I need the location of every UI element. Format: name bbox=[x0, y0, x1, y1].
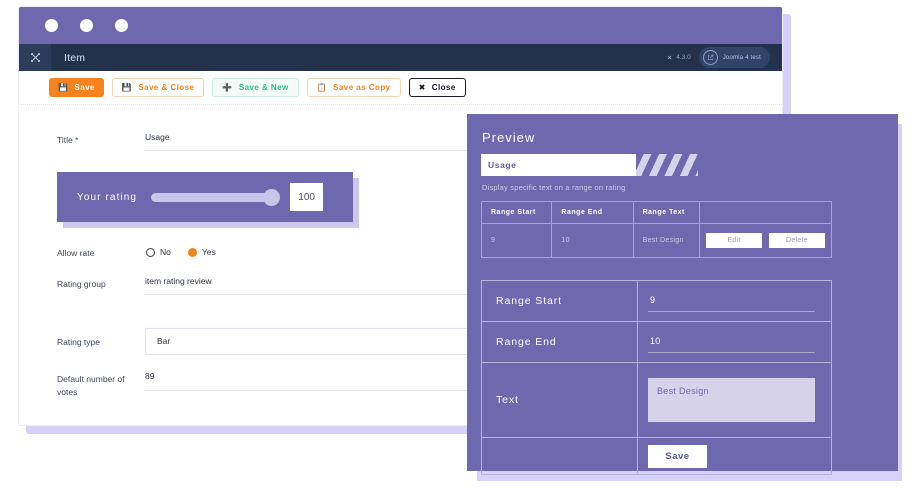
version-indicator: 4.3.0 bbox=[666, 54, 691, 61]
header-actions bbox=[699, 201, 832, 224]
allow-rate-no-label: No bbox=[160, 247, 171, 257]
rating-value: 100 bbox=[290, 183, 324, 211]
form-row-range-start: Range Start 9 bbox=[481, 280, 832, 322]
overlay-range-end-label: Range End bbox=[481, 321, 638, 363]
save-and-new-label: Save & New bbox=[238, 83, 289, 92]
allow-rate-option-no[interactable]: No bbox=[146, 247, 171, 257]
close-button[interactable]: ✖ Close bbox=[408, 78, 466, 97]
overlay-range-start-input[interactable]: 9 bbox=[648, 291, 815, 312]
radio-off-icon bbox=[146, 247, 155, 257]
rating-type-value: Bar bbox=[157, 336, 171, 346]
save-and-close-button[interactable]: 💾 Save & Close bbox=[111, 78, 205, 97]
visit-site-button[interactable]: Joomla 4 test bbox=[698, 47, 770, 68]
form-row-range-end: Range End 10 bbox=[481, 321, 832, 363]
allow-rate-yes-label: Yes bbox=[201, 247, 216, 257]
rating-slider-knob[interactable] bbox=[263, 188, 281, 206]
rating-type-label: Rating type bbox=[57, 336, 100, 347]
overlay-range-end-input[interactable]: 10 bbox=[648, 332, 815, 353]
allow-rate-label: Allow rate bbox=[57, 247, 95, 258]
overlay-subtitle: Display specific text on a range on rati… bbox=[482, 183, 626, 192]
header-range-text: Range Text bbox=[632, 201, 701, 224]
plus-icon: ➕ bbox=[222, 82, 233, 92]
overlay-range-start-cell: 9 bbox=[637, 280, 832, 322]
table-row: 9 10 Best Design Edit Delete bbox=[480, 223, 832, 258]
your-rating-label: Your rating bbox=[77, 191, 138, 203]
rating-group-value: item rating review bbox=[145, 276, 212, 286]
joomla-logo-button[interactable] bbox=[19, 44, 51, 71]
joomla-icon bbox=[667, 55, 672, 60]
overlay-text-textarea[interactable]: Best Design bbox=[648, 378, 815, 422]
overlay-range-table: Range Start Range End Range Text 9 10 Be… bbox=[480, 201, 832, 258]
radio-on-icon bbox=[187, 247, 197, 257]
overlay-range-start-label: Range Start bbox=[481, 280, 638, 322]
screenshot-stage: Item 4.3.0 Joomla 4 test 💾 Save 💾 Save &… bbox=[0, 0, 920, 500]
rating-slider[interactable] bbox=[151, 188, 281, 206]
overlay-save-spacer bbox=[481, 437, 638, 475]
close-button-label: Close bbox=[431, 83, 456, 92]
cell-actions: Edit Delete bbox=[699, 223, 832, 258]
overlay-bar-label: Usage bbox=[488, 160, 517, 170]
version-label: 4.3.0 bbox=[676, 54, 691, 61]
overlay-save-cell: Save bbox=[637, 437, 832, 475]
table-header-row: Range Start Range End Range Text bbox=[480, 201, 832, 224]
header-range-end: Range End bbox=[551, 201, 634, 224]
overlay-edit-form: Range Start 9 Range End 10 Text Best Des… bbox=[481, 280, 832, 475]
save-button-label: Save bbox=[74, 83, 95, 92]
joomla-icon bbox=[30, 52, 40, 63]
save-button[interactable]: 💾 Save bbox=[49, 78, 104, 97]
form-row-save: Save bbox=[481, 437, 832, 475]
overlay-range-end-cell: 10 bbox=[637, 321, 832, 363]
topbar-right-group: 4.3.0 Joomla 4 test bbox=[666, 44, 770, 71]
cell-range-end: 10 bbox=[551, 223, 634, 258]
window-chrome bbox=[19, 7, 782, 44]
overlay-save-button[interactable]: Save bbox=[648, 444, 707, 468]
title-label: Title * bbox=[57, 135, 79, 145]
cell-range-start: 9 bbox=[480, 223, 553, 258]
visit-site-label: Joomla 4 test bbox=[722, 54, 761, 61]
window-dot-minimize[interactable] bbox=[80, 19, 93, 32]
window-dot-maximize[interactable] bbox=[115, 19, 128, 32]
form-row-text: Text Best Design bbox=[481, 362, 832, 438]
overlay-title: Preview bbox=[482, 130, 536, 145]
save-and-new-button[interactable]: ➕ Save & New bbox=[212, 78, 299, 97]
save-as-copy-button[interactable]: 📋 Save as Copy bbox=[306, 78, 401, 97]
window-dot-close[interactable] bbox=[45, 19, 58, 32]
copy-icon: 📋 bbox=[316, 82, 328, 92]
admin-topbar: Item 4.3.0 Joomla 4 test bbox=[19, 44, 782, 71]
save-icon: 💾 bbox=[58, 82, 69, 92]
rating-group-label: Rating group bbox=[57, 279, 106, 289]
default-votes-label: Default number of votes bbox=[57, 374, 125, 397]
overlay-rating-bar: Usage bbox=[481, 154, 698, 176]
save-and-close-label: Save & Close bbox=[138, 83, 195, 92]
header-range-start: Range Start bbox=[480, 201, 553, 224]
page-title: Item bbox=[64, 51, 86, 64]
overlay-bar-stripes bbox=[636, 154, 698, 176]
save-as-copy-label: Save as Copy bbox=[333, 83, 391, 92]
delete-button[interactable]: Delete bbox=[769, 233, 825, 248]
editor-toolbar: 💾 Save 💾 Save & Close ➕ Save & New 📋 Sav… bbox=[19, 71, 782, 105]
close-icon: ✖ bbox=[418, 82, 426, 92]
your-rating-widget: Your rating 100 bbox=[57, 172, 359, 228]
edit-button[interactable]: Edit bbox=[706, 233, 762, 248]
preview-overlay: Preview Usage Display specific text on a… bbox=[467, 114, 898, 475]
overlay-text-cell: Best Design bbox=[637, 362, 832, 438]
overlay-text-label: Text bbox=[481, 362, 638, 438]
cell-range-text: Best Design bbox=[632, 223, 701, 258]
allow-rate-option-yes[interactable]: Yes bbox=[187, 247, 216, 257]
save-icon: 💾 bbox=[121, 82, 133, 92]
external-link-icon bbox=[702, 50, 718, 65]
